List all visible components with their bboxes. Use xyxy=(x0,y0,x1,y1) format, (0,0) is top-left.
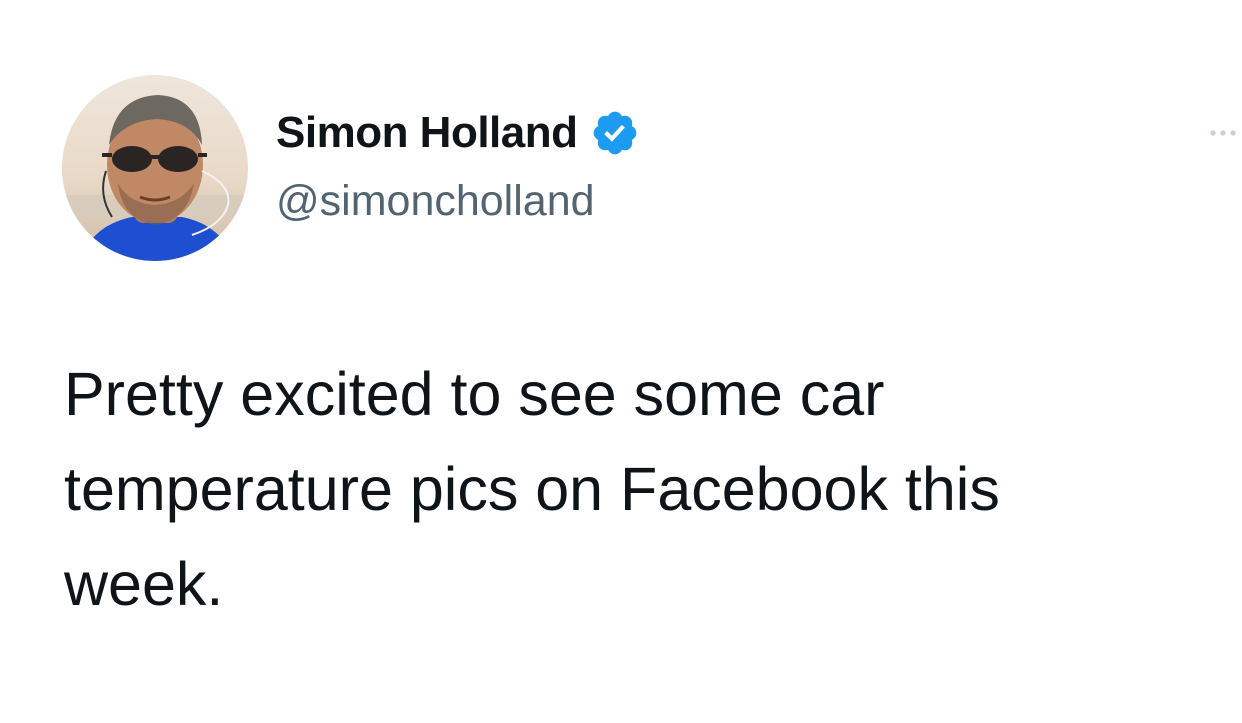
tweet-text-line: Pretty excited to see some car xyxy=(64,360,885,428)
author-display-name[interactable]: Simon Holland xyxy=(276,108,578,158)
more-options-button[interactable] xyxy=(1208,118,1238,148)
tweet-card: Simon Holland @simoncholland Pretty exci… xyxy=(0,0,1242,723)
tweet-text: Pretty excited to see some car temperatu… xyxy=(64,347,1224,632)
verified-badge-icon xyxy=(593,111,636,155)
author-handle[interactable]: @simoncholland xyxy=(276,176,595,226)
tweet-text-line: week. xyxy=(64,550,224,618)
author-avatar[interactable] xyxy=(62,75,248,261)
tweet-text-line: temperature pics on Facebook this xyxy=(64,455,1000,523)
author-name-row[interactable]: Simon Holland xyxy=(276,108,640,158)
more-options-icon xyxy=(1210,130,1236,136)
avatar-image xyxy=(62,75,248,261)
